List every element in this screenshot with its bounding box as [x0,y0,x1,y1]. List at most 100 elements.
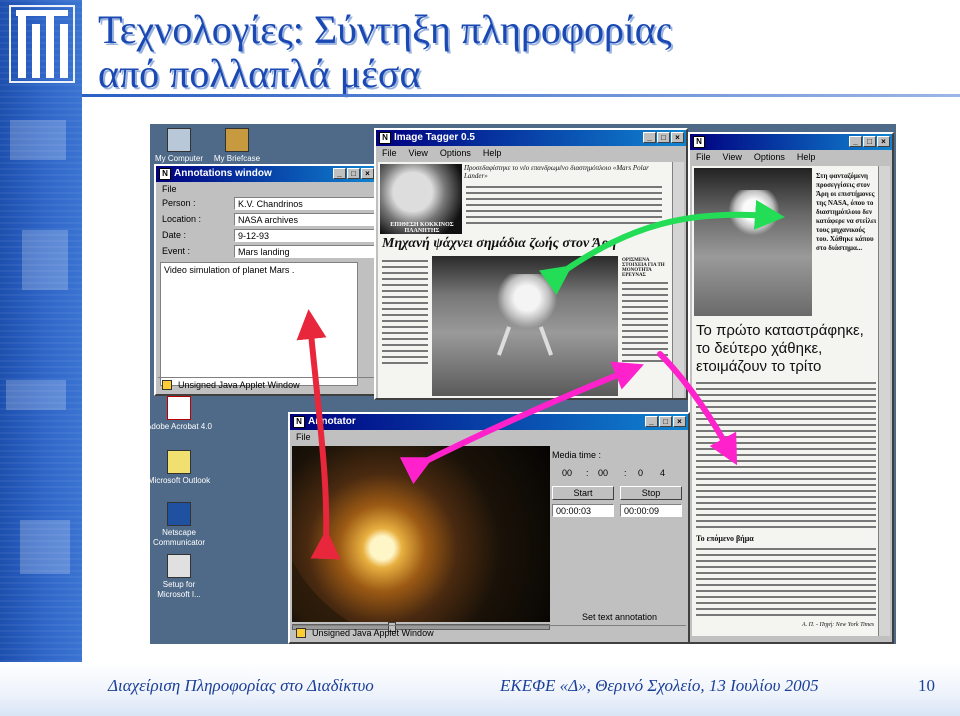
image-tagger-window-2: N _ □ × File View Options Help Στη φαντα… [688,132,894,644]
time-frames: 4 [660,468,666,478]
image-tagger-window-1: N Image Tagger 0.5 _ □ × File View Optio… [374,128,688,400]
java-icon: N [379,132,391,144]
desktop-icon-label: Adobe Acrobat 4.0 [150,422,212,431]
institute-logo [9,5,75,83]
menu-file[interactable]: File [296,430,311,444]
start-time-field[interactable]: 00:00:03 [552,504,614,517]
image-tagger-titlebar[interactable]: N Image Tagger 0.5 _ □ × [376,130,686,146]
maximize-icon[interactable]: □ [657,132,670,143]
maximize-icon[interactable]: □ [863,136,876,147]
notes-textarea[interactable]: Video simulation of planet Mars . [160,262,358,386]
vertical-scrollbar[interactable] [672,162,684,398]
left-decorative-band [0,0,82,716]
desktop-icon-label: My Briefcase [213,154,261,163]
annotator-titlebar[interactable]: N Annotator _ □ × [290,414,688,430]
event-label: Event : [162,246,191,256]
window-title: Annotator [308,416,356,427]
java-icon: N [293,416,305,428]
desktop-icon-netscape[interactable]: Netscape Communicator [150,502,212,548]
video-frame[interactable] [292,446,550,622]
menu-help[interactable]: Help [797,150,816,164]
close-icon[interactable]: × [671,132,684,143]
footer-course-title: Διαχείριση Πληροφορίας στο Διαδίκτυο [108,676,374,695]
section-heading: Το επόμενο βήμα [696,534,754,543]
title-line-1: Τεχνολογίες: Σύντηξη πληροφορίας [98,7,672,52]
title-line-2: από πολλαπλά μέσα [98,51,421,96]
annotations-titlebar[interactable]: N Annotations window _ □ × [156,166,376,182]
maximize-icon[interactable]: □ [659,416,672,427]
lander-photo [694,168,812,316]
start-button[interactable]: Start [552,486,614,500]
netscape-icon [167,502,191,526]
desktop-icon-label: My Computer [154,154,203,163]
image-tagger-titlebar[interactable]: N _ □ × [690,134,892,150]
minimize-icon[interactable]: _ [643,132,656,143]
status-text: Unsigned Java Applet Window [178,380,300,390]
article-headline: Μηχανή ψάχνει σημάδια ζωής στον Άρη [382,236,617,251]
close-icon[interactable]: × [877,136,890,147]
menu-bar: File View Options Help [376,146,686,160]
desktop-icon-setup[interactable]: Setup for Microsoft I... [150,554,212,600]
desktop-screenshot: My Computer My Briefcase Adobe Acrobat 4… [150,124,896,644]
date-field[interactable]: 9-12-93 [234,229,380,242]
maximize-icon[interactable]: □ [347,168,360,179]
newspaper-scan-2: Στη φανταζόμενη προσεγγίσεις στον Άρη οι… [692,166,880,636]
article-headline: Το πρώτο καταστράφηκε, το δεύτερο χάθηκε… [696,322,864,375]
article-signature: Α. Π. - Πηγή: New York Times [802,622,875,628]
person-field[interactable]: K.V. Chandrinos [234,197,380,210]
minimize-icon[interactable]: _ [849,136,862,147]
event-field[interactable]: Mars landing [234,245,380,258]
applet-status-bar: Unsigned Java Applet Window [158,377,374,392]
menu-options[interactable]: Options [440,146,471,160]
menu-view[interactable]: View [723,150,742,164]
outlook-icon [167,450,191,474]
warning-icon [296,628,306,638]
java-icon: N [159,168,171,180]
java-icon: N [693,136,705,148]
menu-file[interactable]: File [696,150,711,164]
stop-time-field[interactable]: 00:00:09 [620,504,682,517]
setup-icon [167,554,191,578]
stop-button[interactable]: Stop [620,486,682,500]
menu-file[interactable]: File [162,182,177,196]
newspaper-scan-1: ΕΠΙΘΕΣΗ ΚΟΚΚΙΝΟΣ ΠΛΑΝΗΤΗΣ Προσεδαφίστηκε… [378,162,672,398]
minimize-icon[interactable]: _ [645,416,658,427]
menu-options[interactable]: Options [754,150,785,164]
desktop-icon-label: Setup for Microsoft I... [157,580,201,599]
menu-bar: File [290,430,688,444]
photo-caption: ΕΠΙΘΕΣΗ ΚΟΚΚΙΝΟΣ ΠΛΑΝΗΤΗΣ [390,222,454,234]
menu-bar: File View Options Help [690,150,892,164]
menu-view[interactable]: View [409,146,428,160]
photo-caption: Στη φανταζόμενη προσεγγίσεις στον Άρη οι… [816,172,877,252]
vertical-scrollbar[interactable] [878,166,890,636]
close-icon[interactable]: × [361,168,374,179]
title-divider [82,94,960,97]
media-time-label: Media time : [552,450,602,460]
computer-icon [167,128,191,152]
window-title: Image Tagger 0.5 [394,132,475,143]
set-text-annotation-button[interactable]: Set text annotation [582,612,657,622]
menu-bar: File [156,182,376,196]
acrobat-icon [167,396,191,420]
location-field[interactable]: NASA archives [234,213,380,226]
slide-page-number: 10 [918,676,935,695]
desktop-icon-label: Microsoft Outlook [150,476,211,485]
desktop-icon-my-computer[interactable]: My Computer [150,128,212,164]
status-text: Unsigned Java Applet Window [312,628,434,638]
minimize-icon[interactable]: _ [333,168,346,179]
article-kicker: Προσεδαφίστηκε το νέο επανδρωμένο διαστη… [464,164,649,180]
time-hours: 00 [562,468,573,478]
date-label: Date : [162,230,187,240]
location-label: Location : [162,214,202,224]
desktop-icon-acrobat[interactable]: Adobe Acrobat 4.0 [150,396,212,432]
desktop-icon-outlook[interactable]: Microsoft Outlook [150,450,212,486]
annotation-area [552,522,682,612]
desktop-icon-my-briefcase[interactable]: My Briefcase [204,128,270,164]
applet-status-bar: Unsigned Java Applet Window [292,625,686,640]
menu-help[interactable]: Help [483,146,502,160]
time-seconds: 0 [638,468,644,478]
desktop-icon-label: Netscape Communicator [152,528,205,547]
menu-file[interactable]: File [382,146,397,160]
close-icon[interactable]: × [673,416,686,427]
footer-event: ΕΚΕΦΕ «Δ», Θερινό Σχολείο, 13 Ιουλίου 20… [500,676,819,695]
